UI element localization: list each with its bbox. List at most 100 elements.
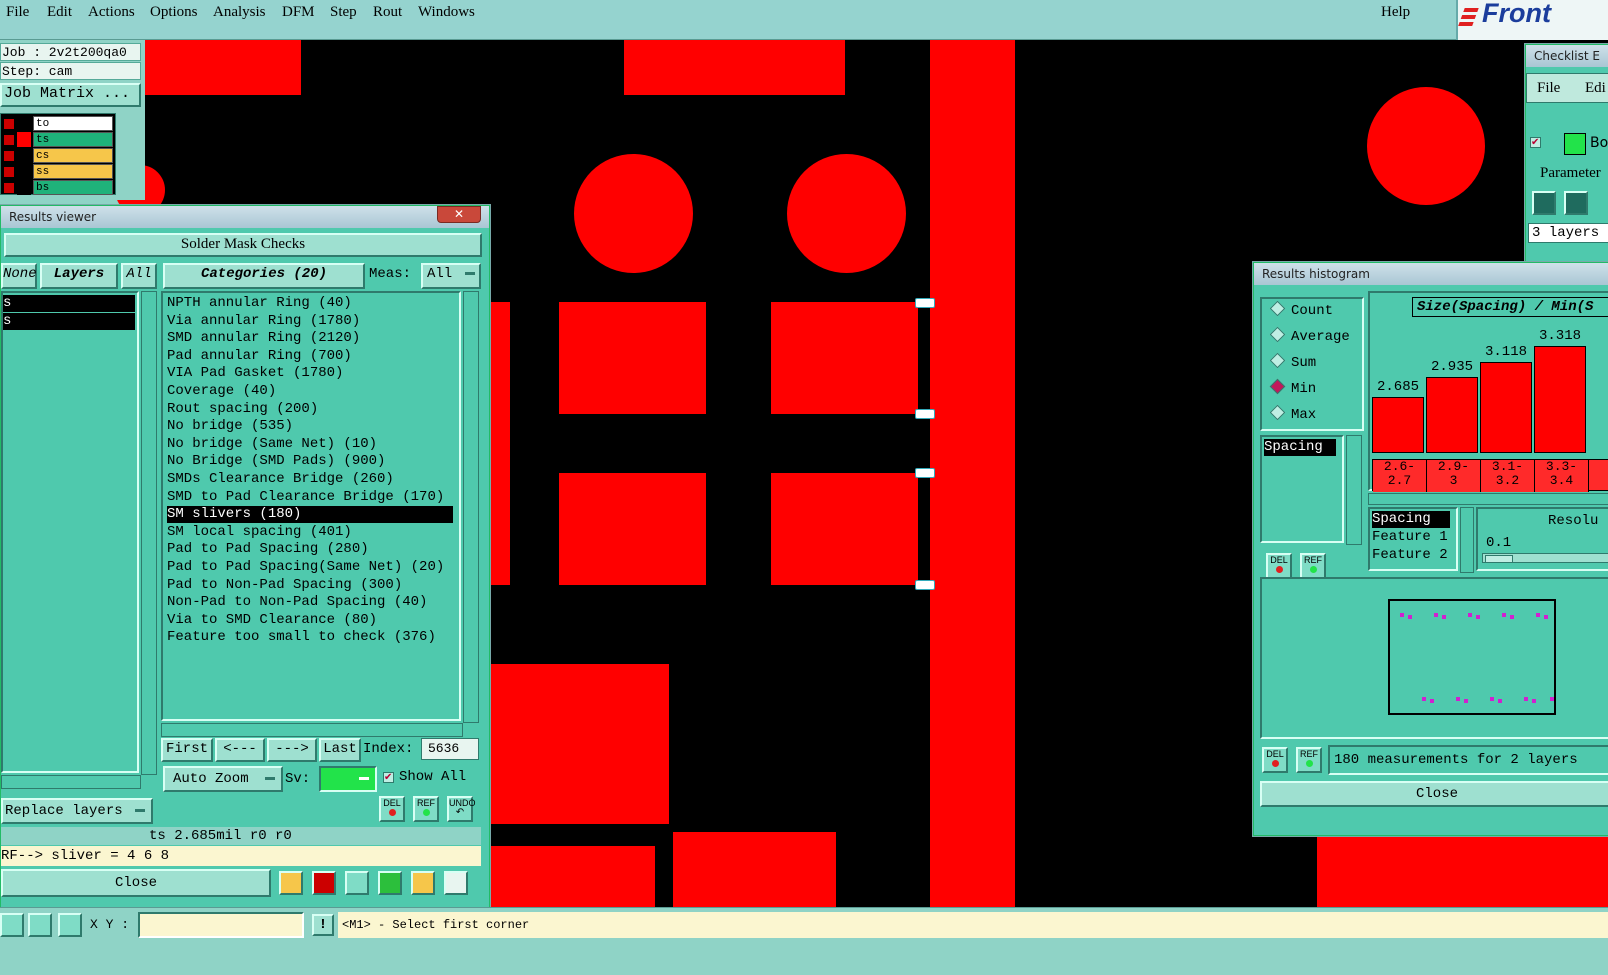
measure-tool-icon[interactable] [28,913,52,937]
menu-dfm[interactable]: DFM [282,4,315,21]
replace-layers-dropdown[interactable]: Replace layers [1,798,153,824]
alert-button[interactable]: ! [312,914,334,936]
index-field[interactable]: 5636 [421,738,479,760]
ref-button[interactable]: REF [1300,553,1326,579]
checklist-edit-menu[interactable]: Edi [1585,80,1606,97]
run-all-icon[interactable] [1564,191,1588,215]
spacing-scrollbar[interactable] [1346,435,1362,545]
category-item[interactable]: SMD annular Ring (2120) [167,330,360,347]
close-button[interactable]: Close [1,869,271,897]
layer-checkbox[interactable] [3,118,15,130]
layer-checkbox[interactable] [3,150,15,162]
layer-checkbox[interactable] [3,166,15,178]
histogram-close-button[interactable]: Close [1260,781,1608,807]
zoom-result-icon[interactable] [312,871,336,895]
list-item[interactable]: Feature 2 [1372,547,1448,564]
select-tool-icon[interactable] [0,913,24,937]
results-viewer-titlebar[interactable]: Results viewer [1,206,489,228]
histogram-bar[interactable] [1534,346,1586,453]
notes-icon[interactable] [411,871,435,895]
last-button[interactable]: Last [319,738,361,762]
job-matrix-button[interactable]: Job Matrix ... [0,83,141,107]
category-item[interactable]: No bridge (535) [167,418,293,435]
layer-name[interactable]: to [33,116,113,131]
layer-row[interactable]: to [1,116,116,131]
mode-radio-sum[interactable]: Sum [1269,352,1316,371]
xy-input[interactable] [138,912,304,938]
mode-radio-average[interactable]: Average [1269,326,1350,345]
sliver-marker[interactable] [915,468,935,478]
category-item[interactable]: Non-Pad to Non-Pad Spacing (40) [167,594,427,611]
grid-tool-icon[interactable] [58,913,82,937]
layer-list-hscrollbar[interactable] [1,775,141,789]
next-button[interactable]: ---> [267,738,317,762]
category-item[interactable]: Pad to Pad Spacing(Same Net) (20) [167,559,444,576]
ref-button[interactable]: REF [1296,747,1322,773]
menu-options[interactable]: Options [150,4,198,21]
del-button[interactable]: DEL [1262,747,1288,773]
chart-hscrollbar[interactable] [1368,493,1608,505]
sliver-marker[interactable] [915,298,935,308]
category-item[interactable]: Pad to Pad Spacing (280) [167,541,369,558]
histogram-icon[interactable] [444,871,468,895]
category-item[interactable]: Pad annular Ring (700) [167,348,352,365]
sv-color-dropdown[interactable] [319,766,377,792]
all-layers-button[interactable]: All [121,263,157,289]
number-icon[interactable] [378,871,402,895]
menu-windows[interactable]: Windows [418,4,475,21]
fields-scrollbar[interactable] [1460,507,1474,573]
categories-tab[interactable]: Categories (20) [163,263,365,289]
spacing-list[interactable]: Spacing [1260,435,1344,543]
layer-row[interactable]: cs [1,148,116,163]
category-item[interactable]: No Bridge (SMD Pads) (900) [167,453,385,470]
category-item[interactable]: VIA Pad Gasket (1780) [167,365,343,382]
layers-tab[interactable]: Layers [40,263,118,289]
sliver-marker[interactable] [915,409,935,419]
undo-button[interactable]: UNDO ↶ [447,796,476,822]
layer-row[interactable]: ss [1,164,116,179]
menu-actions[interactable]: Actions [88,4,135,21]
layer-name[interactable]: ss [33,164,113,179]
categories-scrollbar[interactable] [463,291,479,723]
layer-checkbox[interactable] [3,182,15,194]
category-item[interactable]: NPTH annular Ring (40) [167,295,352,312]
checklist-action-icon[interactable] [1564,133,1586,155]
histogram-titlebar[interactable]: Results histogram [1254,263,1608,285]
del-button[interactable]: DEL [1266,553,1292,579]
mode-radio-max[interactable]: Max [1269,404,1316,423]
checklist-titlebar[interactable]: Checklist E [1526,45,1608,67]
category-item[interactable]: No bridge (Same Net) (10) [167,436,377,453]
layer-results-list[interactable]: s s [1,291,139,773]
mode-radio-count[interactable]: Count [1269,300,1333,319]
filter-icon[interactable] [345,871,369,895]
layer-name[interactable]: bs [33,180,113,195]
sliver-marker[interactable] [915,580,935,590]
auto-zoom-dropdown[interactable]: Auto Zoom [163,766,283,792]
layer-list-scrollbar[interactable] [141,291,157,775]
categories-list[interactable]: NPTH annular Ring (40) Via annular Ring (… [161,291,461,721]
category-item[interactable]: Coverage (40) [167,383,276,400]
menu-file[interactable]: File [6,4,29,21]
menu-rout[interactable]: Rout [373,4,402,21]
histogram-bar[interactable] [1480,362,1532,453]
layer-row[interactable]: bs [1,180,116,195]
list-item[interactable]: Spacing [1372,511,1450,528]
fields-list[interactable]: Spacing Feature 1 Feature 2 [1368,507,1458,571]
category-item[interactable]: Via to SMD Clearance (80) [167,612,377,629]
list-item[interactable]: Feature 1 [1372,529,1448,546]
report-icon[interactable] [279,871,303,895]
category-item[interactable]: Pad to Non-Pad Spacing (300) [167,577,402,594]
board-preview[interactable] [1260,577,1608,739]
menu-help[interactable]: Help [1381,4,1410,21]
category-item[interactable]: SMDs Clearance Bridge (260) [167,471,394,488]
mode-radio-min[interactable]: Min [1269,378,1316,397]
category-item[interactable]: Feature too small to check (376) [167,629,436,646]
category-item[interactable]: SM slivers (180) [167,506,453,524]
checklist-item-checkbox[interactable]: ✔ [1530,137,1541,148]
list-item[interactable]: s [3,313,135,330]
menu-step[interactable]: Step [330,4,357,21]
first-button[interactable]: First [161,738,213,762]
layer-name[interactable]: ts [33,132,113,147]
layer-checkbox[interactable] [3,134,15,146]
list-item[interactable]: Spacing [1264,439,1336,456]
